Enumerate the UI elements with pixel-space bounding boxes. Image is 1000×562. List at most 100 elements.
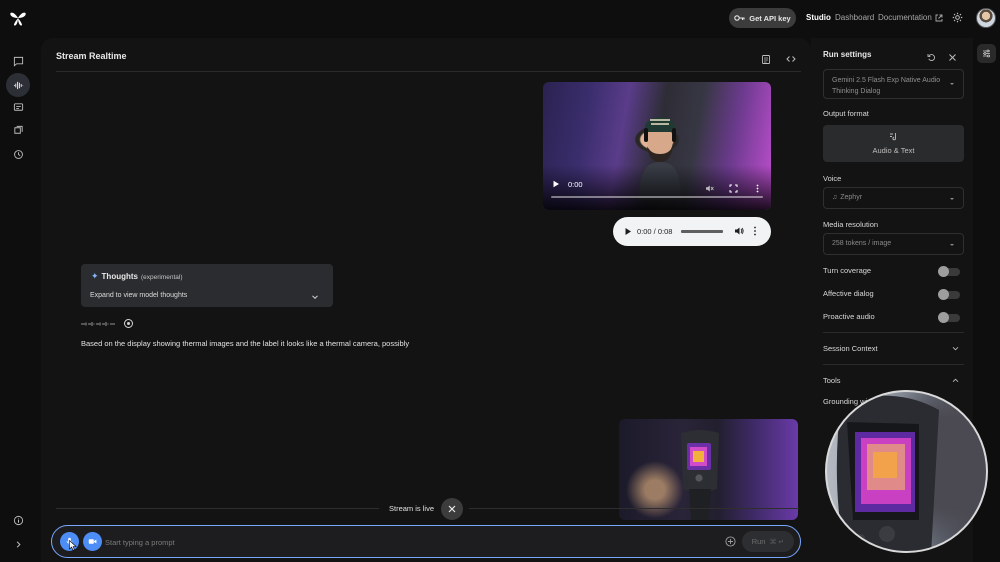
affective-dialog-toggle[interactable]	[938, 289, 960, 300]
caret-down-icon	[950, 244, 954, 246]
tools-header[interactable]: Tools	[823, 376, 841, 385]
nav-documentation[interactable]: Documentation	[878, 13, 943, 22]
tune-icon	[983, 49, 990, 58]
video-player[interactable]: 0:00	[543, 82, 771, 210]
turn-coverage-toggle[interactable]	[938, 266, 960, 277]
music-note-icon: ♫	[832, 194, 838, 201]
model-select[interactable]: Gemini 2.5 Flash Exp Native Audio Thinki…	[823, 69, 964, 99]
close-icon	[448, 505, 456, 513]
video-camera-icon	[88, 539, 97, 544]
audio-wave-icon	[13, 81, 23, 89]
video-play-icon[interactable]	[552, 180, 560, 188]
get-api-key-label: Get API key	[749, 13, 791, 23]
audio-progress-track[interactable]	[681, 230, 723, 233]
left-nav-rail	[0, 36, 38, 562]
more-vertical-icon	[756, 184, 759, 193]
audio-player[interactable]: 0:00 / 0:08	[613, 217, 771, 246]
audio-more-icon[interactable]	[753, 226, 757, 236]
run-button[interactable]: Run ⌘ ↵	[742, 531, 794, 552]
proactive-audio-toggle[interactable]	[938, 312, 960, 323]
reset-settings-button[interactable]	[927, 49, 937, 61]
turn-coverage-label: Turn coverage	[823, 266, 872, 275]
video-more-button[interactable]	[753, 180, 762, 193]
run-label: Run	[751, 537, 766, 546]
rail-expand[interactable]	[9, 535, 27, 553]
nav-dashboard[interactable]: Dashboard	[835, 13, 874, 22]
chevron-up-icon[interactable]	[952, 377, 959, 384]
add-circle-icon[interactable]	[725, 536, 736, 547]
video-progress-track[interactable]	[551, 196, 763, 198]
video-volume-button[interactable]	[705, 180, 714, 192]
clipboard-button[interactable]	[761, 51, 773, 64]
rail-history[interactable]	[9, 145, 27, 163]
model-name: Gemini 2.5 Flash Exp Native Audio Thinki…	[832, 77, 941, 95]
clipboard-icon	[762, 55, 770, 64]
affective-dialog-label: Affective dialog	[823, 289, 874, 298]
rail-new-chat[interactable]	[9, 52, 27, 70]
video-fullscreen-button[interactable]	[729, 180, 738, 193]
rail-info[interactable]	[9, 511, 27, 529]
chat-bubble-icon	[13, 102, 23, 111]
run-settings-title: Run settings	[823, 50, 872, 59]
stream-divider-right	[469, 508, 799, 509]
media-resolution-select[interactable]: 258 tokens / image	[823, 233, 964, 255]
voice-select[interactable]: ♫ Zephyr	[823, 187, 964, 209]
stop-stream-button[interactable]	[441, 498, 463, 520]
mouse-cursor-icon	[69, 540, 77, 551]
get-api-key-button[interactable]: Get API key	[729, 8, 796, 28]
chevron-down-icon[interactable]	[311, 293, 319, 301]
caret-down-icon	[950, 83, 954, 85]
webcam-overlay	[825, 390, 988, 553]
thoughts-title: Thoughts	[101, 272, 138, 281]
rail-library[interactable]	[9, 121, 27, 139]
settings-divider	[823, 364, 964, 365]
output-format-label: Output format	[823, 109, 869, 118]
info-icon	[13, 515, 23, 525]
audio-waveform-icon	[81, 322, 115, 326]
thoughts-panel[interactable]: ✦ Thoughts (experimental) Expand to view…	[81, 264, 333, 307]
close-icon	[949, 54, 956, 61]
volume-off-icon	[706, 185, 714, 192]
output-format-option[interactable]: Audio & Text	[823, 125, 964, 162]
volume-icon[interactable]	[734, 226, 744, 236]
session-context-header[interactable]: Session Context	[823, 344, 878, 353]
model-response-text: Based on the display showing thermal ima…	[81, 339, 410, 348]
run-shortcut: ⌘ ↵	[769, 538, 785, 546]
prompt-bar: Run ⌘ ↵	[51, 525, 801, 558]
chat-panel: Stream Realtime 0:00 0:00 / 0:08 ✦ Thoug…	[41, 38, 811, 562]
audio-play-icon[interactable]	[624, 227, 632, 236]
fullscreen-icon	[729, 184, 738, 193]
voice-value-wrap: ♫ Zephyr	[832, 194, 862, 201]
ai-studio-logo-icon[interactable]	[9, 9, 27, 27]
prompt-input[interactable]	[105, 535, 705, 549]
webcam-button[interactable]	[83, 532, 102, 551]
reset-icon	[927, 54, 935, 61]
nav-studio[interactable]: Studio	[806, 13, 831, 22]
thermal-camera-image	[681, 430, 719, 520]
nav-documentation-label: Documentation	[878, 13, 932, 22]
rail-stream[interactable]	[6, 73, 30, 97]
header-divider	[56, 71, 801, 72]
audio-text-icon	[890, 133, 896, 141]
toggle-settings-button[interactable]	[977, 44, 996, 63]
close-settings-button[interactable]	[948, 49, 958, 61]
external-link-icon	[935, 14, 943, 21]
stop-audio-button[interactable]	[124, 319, 133, 328]
voice-label: Voice	[823, 174, 842, 183]
stream-divider-left	[56, 508, 379, 509]
user-avatar[interactable]	[976, 8, 996, 28]
media-resolution-value: 258 tokens / image	[832, 240, 892, 247]
stream-status: Stream is live	[389, 504, 435, 513]
camera-preview	[619, 419, 798, 520]
settings-gear-icon[interactable]	[952, 12, 963, 23]
rail-chat[interactable]	[9, 98, 27, 116]
output-format-value: Audio & Text	[872, 146, 915, 155]
top-bar: Get API key Studio Dashboard Documentati…	[0, 0, 1000, 36]
settings-divider	[823, 332, 964, 333]
sparkle-icon: ✦	[91, 271, 99, 281]
chevron-down-icon[interactable]	[952, 345, 959, 352]
caret-down-icon	[950, 198, 954, 200]
thermal-camera-closeup-image	[836, 395, 939, 551]
get-code-button[interactable]	[786, 51, 798, 63]
video-time: 0:00	[568, 180, 583, 189]
